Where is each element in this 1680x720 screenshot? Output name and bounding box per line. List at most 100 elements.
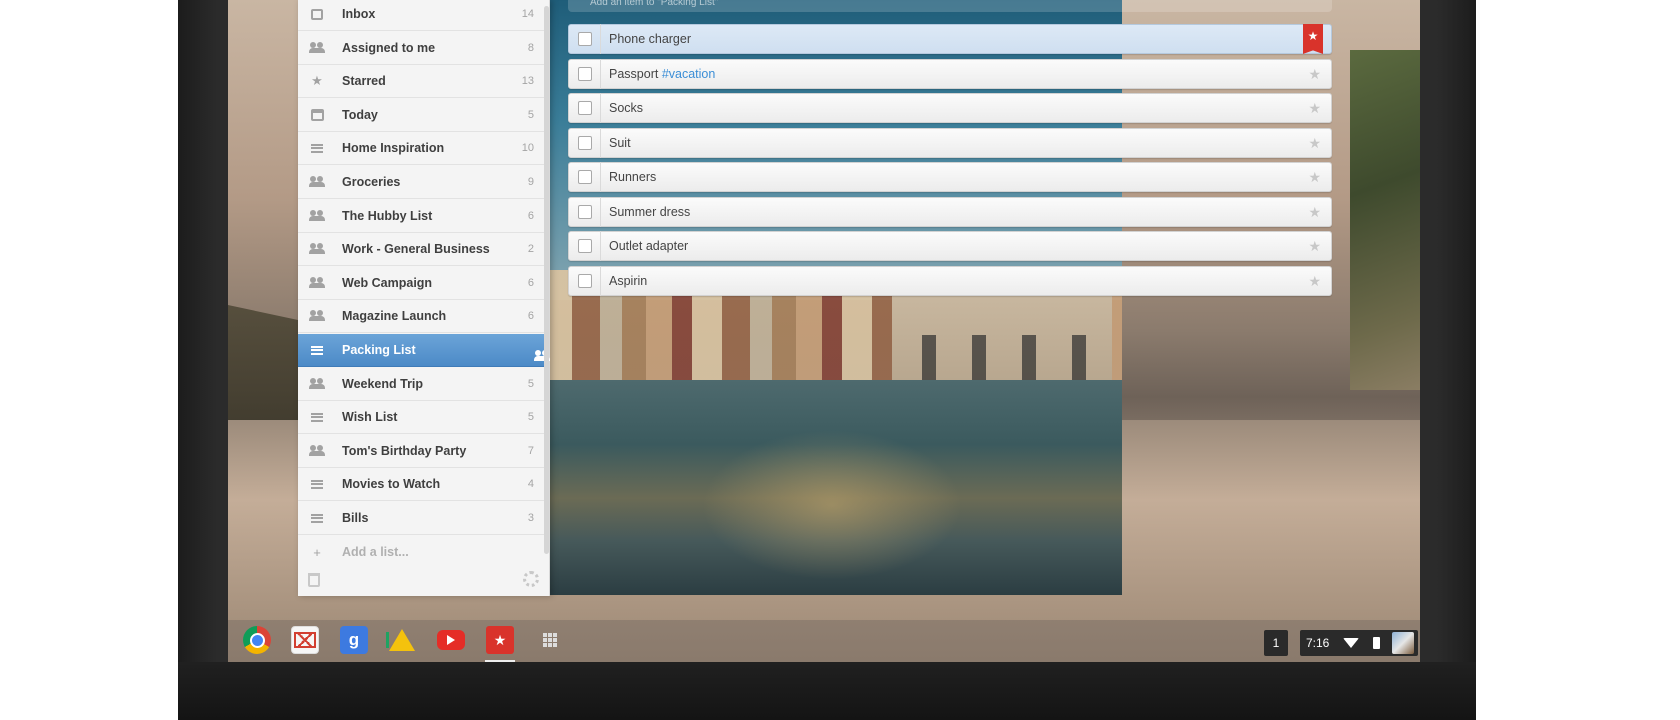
sidebar-item-bills[interactable]: Bills 3 bbox=[298, 502, 544, 535]
sidebar: Inbox 14 Assigned to me 8 ★ Starred 13 Today 5 Ho… bbox=[298, 0, 550, 596]
sidebar-item-the-hubby-list[interactable]: The Hubby List 6 bbox=[298, 200, 544, 233]
sidebar-item-home-inspiration[interactable]: Home Inspiration 10 bbox=[298, 132, 544, 166]
drive-icon[interactable] bbox=[388, 626, 416, 654]
trash-icon[interactable] bbox=[308, 573, 320, 587]
star-icon[interactable]: ★ bbox=[1308, 239, 1321, 253]
sidebar-item-wish-list[interactable]: Wish List 5 bbox=[298, 401, 544, 435]
sidebar-item-label: Today bbox=[342, 107, 378, 122]
sidebar-item-tom-s-birthday-party[interactable]: Tom's Birthday Party 7 bbox=[298, 435, 544, 468]
wifi-icon bbox=[1343, 638, 1360, 648]
task-checkbox[interactable] bbox=[578, 135, 592, 150]
sidebar-item-count: 14 bbox=[521, 8, 534, 20]
add-list-button[interactable]: + Add a list... bbox=[298, 536, 544, 569]
task-title: Phone charger bbox=[609, 32, 692, 46]
star-icon[interactable]: ★ bbox=[1308, 101, 1321, 115]
sidebar-footer bbox=[298, 567, 544, 595]
sidebar-item-movies-to-watch[interactable]: Movies to Watch 4 bbox=[298, 468, 544, 502]
list-icon bbox=[308, 477, 326, 491]
task-row[interactable]: Passport #vacation ★ bbox=[568, 58, 1332, 89]
sidebar-item-count: 7 bbox=[527, 444, 534, 457]
shared-list-icon bbox=[308, 444, 326, 458]
sidebar-item-work-general-business[interactable]: Work - General Business 2 bbox=[298, 233, 544, 267]
sidebar-item-groceries[interactable]: Groceries 9 bbox=[298, 166, 544, 199]
assigned-icon bbox=[308, 41, 326, 55]
task-checkbox[interactable] bbox=[578, 66, 592, 81]
task-checkbox[interactable] bbox=[578, 239, 592, 253]
task-title: Socks bbox=[609, 101, 644, 115]
list-icon bbox=[308, 141, 326, 155]
star-icon[interactable]: ★ bbox=[1308, 274, 1321, 288]
shared-list-icon bbox=[308, 209, 326, 223]
sidebar-item-weekend-trip[interactable]: Weekend Trip 5 bbox=[298, 368, 544, 401]
sidebar-item-count: 8 bbox=[527, 41, 534, 54]
star-icon: ★ bbox=[311, 73, 323, 89]
sidebar-item-label: Web Campaign bbox=[342, 275, 433, 290]
task-checkbox[interactable] bbox=[578, 204, 592, 219]
sidebar-item-magazine-launch[interactable]: Magazine Launch 6 bbox=[298, 300, 544, 334]
sidebar-item-assigned-to-me[interactable]: Assigned to me 8 bbox=[298, 32, 544, 65]
task-title: Runners bbox=[609, 170, 657, 184]
sidebar-item-count: 13 bbox=[521, 75, 534, 88]
star-ribbon-icon[interactable]: ★ bbox=[1303, 24, 1323, 54]
shared-list-icon bbox=[308, 276, 326, 290]
sidebar-scrollbar[interactable] bbox=[544, 6, 549, 554]
active-app-indicator bbox=[485, 660, 515, 662]
sidebar-item-label: Inbox bbox=[342, 7, 376, 21]
sidebar-item-count: 5 bbox=[527, 377, 534, 390]
hashtag[interactable]: #vacation bbox=[662, 67, 716, 81]
sidebar-item-packing-list[interactable]: Packing List bbox=[298, 334, 550, 367]
battery-icon bbox=[1373, 637, 1381, 649]
wallpaper-hill bbox=[228, 305, 298, 440]
task-row[interactable]: Aspirin ★ bbox=[568, 265, 1332, 296]
sidebar-item-count: 10 bbox=[521, 142, 534, 155]
list-icon bbox=[308, 410, 326, 424]
app-launcher-icon[interactable] bbox=[536, 626, 564, 654]
list-icon bbox=[308, 343, 326, 357]
task-row[interactable]: Suit ★ bbox=[568, 127, 1332, 158]
status-tray[interactable]: 7:16 bbox=[1300, 630, 1418, 656]
sidebar-item-starred[interactable]: ★ Starred 13 bbox=[298, 65, 544, 99]
youtube-icon[interactable] bbox=[437, 630, 465, 650]
task-title: Outlet adapter bbox=[609, 239, 689, 253]
sidebar-item-today[interactable]: Today 5 bbox=[298, 99, 544, 132]
google-search-icon[interactable]: g bbox=[340, 626, 368, 654]
add-item-bar[interactable]: Add an item to "Packing List" bbox=[568, 0, 1332, 12]
sidebar-item-label: Magazine Launch bbox=[342, 309, 447, 324]
task-checkbox[interactable] bbox=[578, 32, 592, 46]
sidebar-item-label: Weekend Trip bbox=[342, 376, 424, 391]
sidebar-item-count: 6 bbox=[527, 209, 534, 222]
task-checkbox[interactable] bbox=[578, 101, 592, 115]
task-row[interactable]: Outlet adapter ★ bbox=[568, 231, 1332, 261]
workspace-indicator[interactable]: 1 bbox=[1264, 630, 1288, 656]
shared-list-icon bbox=[308, 175, 326, 189]
gmail-icon[interactable] bbox=[291, 626, 319, 654]
sidebar-item-label: Bills bbox=[342, 511, 369, 525]
sidebar-item-inbox[interactable]: Inbox 14 bbox=[298, 0, 544, 31]
task-row[interactable]: Socks ★ bbox=[568, 93, 1332, 123]
wunderlist-icon[interactable]: ★ bbox=[486, 626, 514, 654]
task-checkbox[interactable] bbox=[578, 273, 592, 288]
task-checkbox[interactable] bbox=[578, 170, 592, 184]
task-row[interactable]: Runners ★ bbox=[568, 162, 1332, 192]
task-title: Suit bbox=[609, 135, 631, 150]
star-icon[interactable]: ★ bbox=[1308, 136, 1321, 150]
inbox-icon bbox=[308, 7, 326, 21]
shared-list-icon bbox=[308, 377, 326, 391]
sidebar-item-count: 6 bbox=[527, 310, 534, 323]
calendar-icon bbox=[308, 108, 326, 122]
sidebar-item-web-campaign[interactable]: Web Campaign 6 bbox=[298, 267, 544, 300]
avatar[interactable] bbox=[1392, 632, 1415, 654]
star-icon[interactable]: ★ bbox=[1308, 205, 1321, 219]
add-list-label: Add a list... bbox=[342, 545, 409, 560]
sidebar-item-count: 5 bbox=[527, 108, 534, 121]
sidebar-item-label: Tom's Birthday Party bbox=[342, 443, 467, 458]
sidebar-item-label: Assigned to me bbox=[342, 40, 436, 55]
task-row[interactable]: Phone charger ★ bbox=[568, 24, 1332, 54]
star-icon[interactable]: ★ bbox=[1308, 170, 1321, 184]
wallpaper-cliff bbox=[1350, 50, 1420, 390]
task-row[interactable]: Summer dress ★ bbox=[568, 196, 1332, 227]
chrome-icon[interactable] bbox=[243, 626, 271, 654]
gear-icon[interactable] bbox=[523, 571, 539, 587]
star-icon[interactable]: ★ bbox=[1308, 67, 1321, 81]
sidebar-item-label: Groceries bbox=[342, 175, 401, 189]
